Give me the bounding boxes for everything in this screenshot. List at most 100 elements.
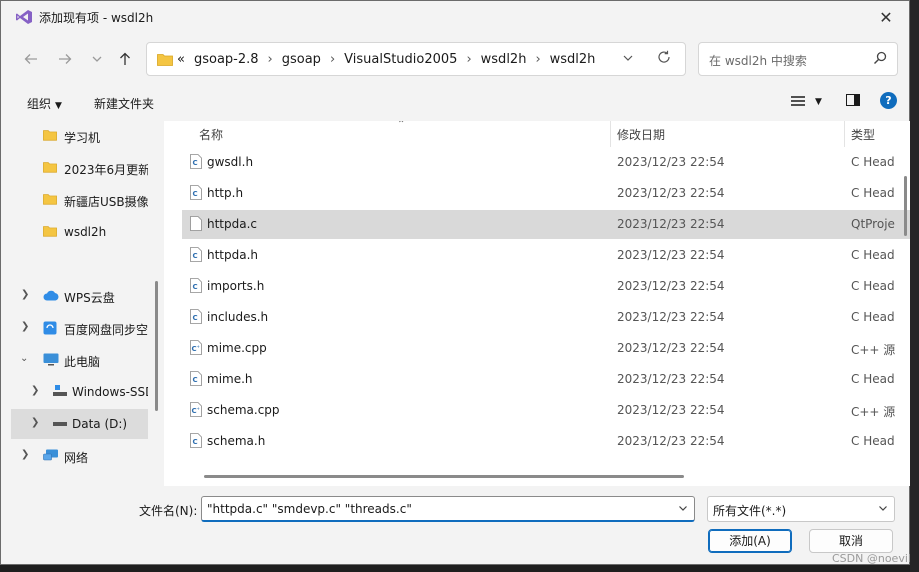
c-header-icon: C xyxy=(190,278,202,293)
preview-pane-icon[interactable] xyxy=(846,94,860,106)
sidebar-item-label: 此电脑 xyxy=(64,355,101,369)
sidebar-item-folder[interactable]: wsdl2h xyxy=(11,217,148,247)
filename-history-button[interactable] xyxy=(678,503,688,516)
file-type-value: 所有文件(*.*) xyxy=(713,504,787,518)
file-type: C Head xyxy=(851,155,895,169)
search-box[interactable]: 在 wsdl2h 中搜索 xyxy=(698,42,898,76)
breadcrumb-item[interactable]: VisualStudio2005 xyxy=(344,52,457,67)
command-bar: 组织 ▼ 新建文件夹 ▼ ? xyxy=(1,85,909,121)
file-row[interactable]: C mime.h 2023/12/23 22:54 C Head xyxy=(182,365,911,394)
chevron-right-icon[interactable]: ❯ xyxy=(31,385,39,396)
chevron-right-icon[interactable]: ❯ xyxy=(31,417,39,428)
filename-label: 文件名(N): xyxy=(139,504,198,518)
file-row[interactable]: C includes.h 2023/12/23 22:54 C Head xyxy=(182,303,911,332)
arrow-up-icon xyxy=(120,52,130,65)
c-header-icon: C xyxy=(190,154,202,169)
file-date: 2023/12/23 22:54 xyxy=(617,310,725,324)
horizontal-scrollbar[interactable] xyxy=(204,475,684,478)
breadcrumb-overflow[interactable]: « xyxy=(177,52,185,67)
filename-value: "httpda.c" "smdevp.c" "threads.c" xyxy=(207,502,412,516)
breadcrumb-item[interactable]: wsdl2h xyxy=(481,52,527,67)
sort-ascending-icon: ⌃ xyxy=(397,121,406,130)
organize-menu-button[interactable]: 组织 ▼ xyxy=(27,95,62,112)
svg-text:C: C xyxy=(193,159,198,167)
vertical-scrollbar[interactable] xyxy=(904,176,907,236)
file-row[interactable]: C + schema.cpp 2023/12/23 22:54 C++ 源 xyxy=(182,396,911,425)
file-row[interactable]: C httpda.h 2023/12/23 22:54 C Head xyxy=(182,241,911,270)
sidebar-item-label: 学习机 xyxy=(64,131,101,145)
column-divider[interactable] xyxy=(844,121,845,147)
file-row[interactable]: C schema.h 2023/12/23 22:54 C Head xyxy=(182,427,911,456)
breadcrumb-separator: › xyxy=(466,52,472,67)
c-header-icon: C xyxy=(190,309,202,324)
sidebar-item-network[interactable]: ❯ 网络 xyxy=(11,441,148,471)
caret-down-icon[interactable]: ▼ xyxy=(815,97,822,107)
svg-text:C: C xyxy=(193,376,198,384)
breadcrumb: « gsoap-2.8 › gsoap › VisualStudio2005 ›… xyxy=(177,52,595,67)
address-bar[interactable]: « gsoap-2.8 › gsoap › VisualStudio2005 ›… xyxy=(146,42,686,76)
file-type-select[interactable]: 所有文件(*.*) xyxy=(707,496,895,522)
sidebar-item-folder[interactable]: 2023年6月更新 xyxy=(11,153,148,183)
breadcrumb-item[interactable]: gsoap xyxy=(282,52,321,67)
sidebar-item-data-drive[interactable]: ❯ Data (D:) xyxy=(11,409,148,439)
file-row[interactable]: C gwsdl.h 2023/12/23 22:54 C Head xyxy=(182,148,911,177)
sidebar-item-folder[interactable]: 新疆店USB摄像 xyxy=(11,185,148,215)
c-header-icon: C xyxy=(190,371,202,386)
navigation-pane: 学习机 2023年6月更新 新疆店USB摄像 wsdl2h ❯ WPS云盘 ❯ … xyxy=(1,121,161,486)
view-options-button[interactable] xyxy=(791,95,805,111)
refresh-button[interactable] xyxy=(657,50,671,68)
search-input[interactable]: 在 wsdl2h 中搜索 xyxy=(709,52,807,69)
file-date: 2023/12/23 22:54 xyxy=(617,248,725,262)
column-header-name[interactable]: 名称 xyxy=(199,126,223,143)
list-view-icon xyxy=(791,96,805,106)
chevron-down-icon xyxy=(679,506,687,511)
sidebar-item-label: wsdl2h xyxy=(64,225,107,239)
chevron-right-icon[interactable]: ❯ xyxy=(21,289,29,300)
folder-icon xyxy=(43,130,57,141)
file-date: 2023/12/23 22:54 xyxy=(617,372,725,386)
up-button[interactable] xyxy=(113,47,137,71)
chevron-down-icon[interactable]: ⌄ xyxy=(20,353,28,364)
chevron-right-icon[interactable]: ❯ xyxy=(21,321,29,332)
column-divider[interactable] xyxy=(610,121,611,147)
file-type: C Head xyxy=(851,434,895,448)
file-name: httpda.c xyxy=(207,217,258,231)
file-row[interactable]: C imports.h 2023/12/23 22:54 C Head xyxy=(182,272,911,301)
svg-text:C: C xyxy=(193,438,198,446)
close-button[interactable]: ✕ xyxy=(863,1,909,33)
cpp-source-icon: C + xyxy=(190,340,202,355)
navigation-scrollbar[interactable] xyxy=(155,281,158,411)
file-type: C++ 源 xyxy=(851,405,896,419)
sidebar-item-wps-cloud[interactable]: ❯ WPS云盘 xyxy=(11,281,148,311)
recent-locations-button[interactable] xyxy=(85,47,109,71)
breadcrumb-separator: › xyxy=(329,52,336,67)
help-icon[interactable]: ? xyxy=(880,92,897,109)
address-history-button[interactable] xyxy=(622,52,634,67)
breadcrumb-item[interactable]: wsdl2h xyxy=(550,52,596,67)
new-folder-button[interactable]: 新建文件夹 xyxy=(94,95,154,112)
sidebar-item-baidu-sync[interactable]: ❯ 百度网盘同步空 xyxy=(11,313,148,343)
file-type: C Head xyxy=(851,372,895,386)
add-button[interactable]: 添加(A) xyxy=(708,529,792,553)
file-date: 2023/12/23 22:54 xyxy=(617,341,725,355)
sidebar-item-folder[interactable]: 学习机 xyxy=(11,121,148,151)
file-name: includes.h xyxy=(207,310,269,324)
file-row-selected[interactable]: httpda.c 2023/12/23 22:54 QtProje xyxy=(182,210,911,239)
sidebar-item-windows-ssd[interactable]: ❯ Windows-SSD xyxy=(11,377,148,407)
chevron-right-icon[interactable]: ❯ xyxy=(21,449,29,460)
forward-button[interactable] xyxy=(53,47,77,71)
file-row[interactable]: C + mime.cpp 2023/12/23 22:54 C++ 源 xyxy=(182,334,911,363)
file-name: mime.h xyxy=(207,372,253,386)
back-button[interactable] xyxy=(19,47,43,71)
file-row[interactable]: C http.h 2023/12/23 22:54 C Head xyxy=(182,179,911,208)
filename-input[interactable]: "httpda.c" "smdevp.c" "threads.c" xyxy=(201,496,695,522)
drive-icon xyxy=(53,385,67,396)
cancel-button[interactable]: 取消 xyxy=(809,529,893,553)
column-header-type[interactable]: 类型 xyxy=(851,126,875,143)
breadcrumb-item[interactable]: gsoap-2.8 xyxy=(194,52,259,67)
sidebar-item-this-pc[interactable]: ⌄ 此电脑 xyxy=(11,345,148,375)
chevron-down-icon xyxy=(92,56,102,62)
file-type: C Head xyxy=(851,186,895,200)
column-header-modified[interactable]: 修改日期 xyxy=(617,126,665,143)
file-date: 2023/12/23 22:54 xyxy=(617,279,725,293)
